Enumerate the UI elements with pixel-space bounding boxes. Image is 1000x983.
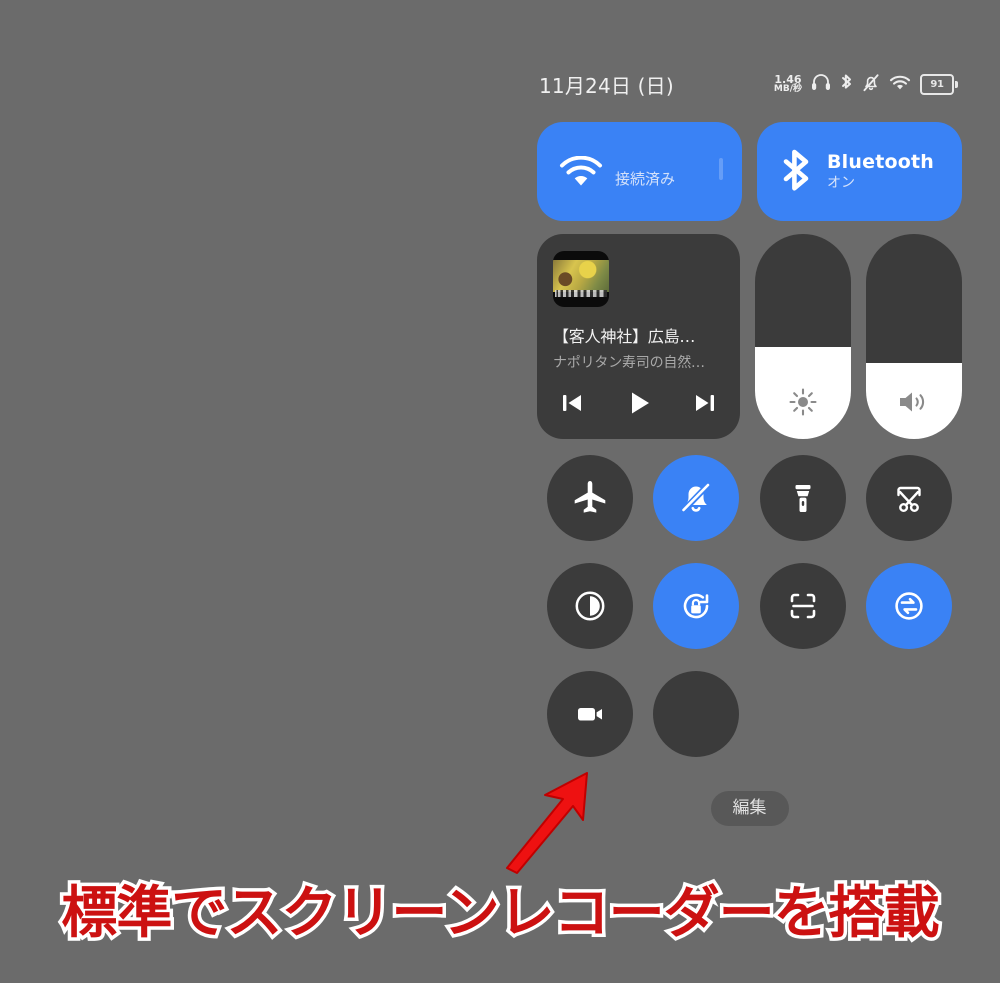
album-art-image — [553, 260, 609, 292]
network-speed-unit: MB/秒 — [773, 84, 802, 94]
status-icon-group: 1.46 MB/秒 91 — [774, 73, 958, 96]
headphone-icon — [811, 73, 831, 95]
airplane-icon — [574, 481, 606, 513]
bell-muted-status-icon — [862, 73, 880, 96]
wifi-icon — [559, 155, 603, 193]
control-center-panel: 11月24日 (日) 1.46 MB/秒 91 接続済み Bluetooth オ… — [537, 62, 962, 852]
toggle-screen-recorder[interactable] — [547, 671, 634, 757]
media-and-sliders-row: 【客人神社】広島… ナポリタン寿司の自然… — [537, 234, 962, 439]
toggle-data-transfer[interactable] — [865, 563, 952, 649]
annotation-caption: 標準でスクリーンレコーダーを搭載 — [58, 878, 943, 950]
wifi-tile[interactable]: 接続済み — [537, 122, 742, 221]
media-controls — [553, 388, 724, 418]
brightness-slider[interactable] — [755, 234, 852, 439]
status-date: 11月24日 (日) — [539, 73, 674, 98]
flashlight-icon — [795, 485, 811, 512]
media-play-button[interactable] — [624, 388, 654, 418]
album-art — [553, 251, 609, 307]
media-player-card[interactable]: 【客人神社】広島… ナポリタン寿司の自然… — [537, 234, 741, 439]
bluetooth-tile-title: Bluetooth — [827, 150, 935, 173]
edit-button-row: 編集 — [537, 791, 962, 826]
rotation-lock-icon — [684, 593, 709, 619]
scan-frame-icon — [790, 593, 815, 619]
wifi-tile-subtitle: 接続済み — [615, 170, 676, 188]
battery-icon: 91 — [920, 73, 958, 95]
volume-icon — [866, 387, 962, 417]
video-camera-icon — [578, 708, 603, 721]
media-next-button[interactable] — [692, 390, 718, 416]
toggle-screenshot[interactable] — [865, 455, 952, 541]
media-previous-button[interactable] — [559, 390, 585, 416]
volume-slider[interactable] — [866, 234, 962, 439]
toggle-dark-mode[interactable] — [547, 563, 634, 649]
toggle-airplane-mode[interactable] — [547, 455, 634, 541]
wifi-ssid-redacted-mark — [719, 158, 723, 180]
bell-muted-icon — [680, 481, 713, 514]
scissors-crop-icon — [897, 486, 921, 513]
media-title: 【客人神社】広島… — [553, 327, 696, 346]
bluetooth-tile-icon — [779, 148, 813, 196]
sync-transfer-icon — [895, 592, 923, 620]
network-speed-indicator: 1.46 MB/秒 — [774, 74, 802, 94]
battery-level-text: 91 — [920, 73, 954, 95]
bluetooth-tile-subtitle: オン — [827, 174, 855, 191]
bluetooth-icon — [840, 73, 853, 96]
toggle-scanner[interactable] — [759, 563, 846, 649]
quick-toggle-grid — [537, 455, 962, 757]
connectivity-tiles: 接続済み Bluetooth オン — [537, 122, 962, 221]
toggle-flashlight[interactable] — [759, 455, 846, 541]
album-art-caption-strip — [555, 290, 607, 297]
battery-cap — [955, 80, 958, 88]
bluetooth-tile[interactable]: Bluetooth オン — [757, 122, 962, 221]
toggle-rotation-lock[interactable] — [653, 563, 740, 649]
media-artist: ナポリタン寿司の自然… — [553, 355, 705, 371]
brightness-icon — [755, 387, 851, 417]
toggle-silent-mode[interactable] — [653, 455, 740, 541]
edit-button[interactable]: 編集 — [710, 791, 789, 826]
toggle-empty-slot — [653, 671, 740, 757]
contrast-icon — [575, 591, 605, 621]
wifi-status-icon — [889, 74, 911, 95]
status-bar: 11月24日 (日) 1.46 MB/秒 91 — [537, 62, 962, 106]
